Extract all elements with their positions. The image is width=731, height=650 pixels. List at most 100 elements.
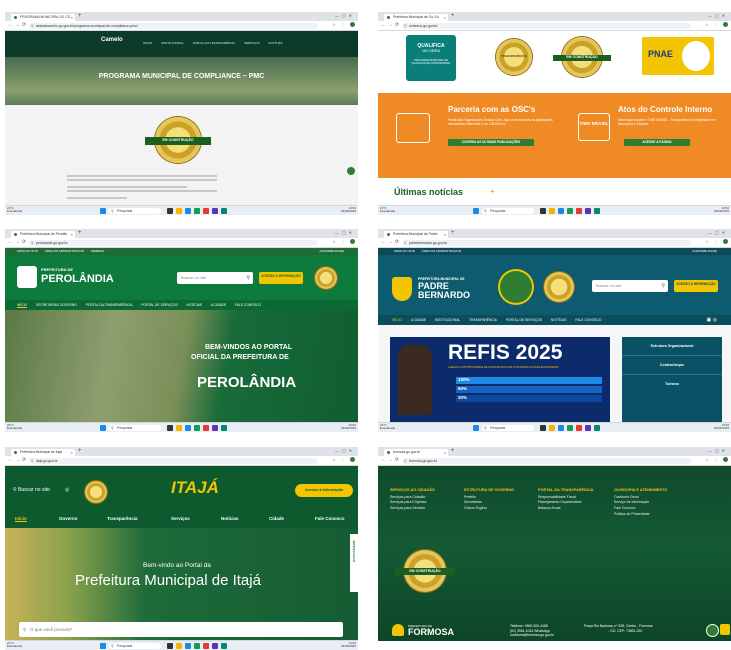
search-icon[interactable]: ⚲ (661, 280, 665, 292)
system-tray[interactable]: 13:52 26/06/2025 (714, 206, 729, 214)
app-icon[interactable] (212, 424, 218, 431)
toolbar-icons[interactable]: ☆ ⋮ (332, 457, 355, 463)
window-controls[interactable]: —▢✕ (708, 230, 728, 235)
footer-link[interactable]: Política de Privacidade (614, 512, 684, 518)
accessibility-link[interactable]: ACESSIBILIDADE (692, 248, 717, 255)
admin-link[interactable]: ÁREA DO ADMINISTRADOR (422, 249, 461, 253)
footer-link[interactable]: Balanço Anual (538, 506, 608, 512)
system-tray[interactable]: 13:52 26/06/2025 (341, 423, 356, 431)
menu-item[interactable]: FALE CONOSCO (235, 303, 261, 307)
window-controls[interactable]: —▢✕ (708, 448, 728, 453)
menu-item[interactable]: INSTITUCIONAL (435, 318, 460, 322)
menu-item[interactable]: FALE CONOSCO (575, 318, 601, 322)
menu-item[interactable]: INSTITUCIONAL (161, 41, 184, 45)
browser-tab[interactable]: formosa.go.gov.br × (384, 449, 448, 456)
app-icon[interactable] (167, 207, 173, 214)
qualifica-badge[interactable]: QUALIFICA VAI VIEIRA PROGRAMA MUNICIPAL … (406, 35, 456, 81)
toolbar-icons[interactable]: ☆ ⋮ (705, 239, 728, 245)
new-tab-icon[interactable]: + (78, 13, 82, 19)
menu-item[interactable]: Notícias (221, 516, 239, 521)
logo-city-name[interactable]: FORMOSA (408, 627, 454, 637)
accessibility-sidebar[interactable]: Acessibilidade (350, 534, 358, 592)
refis-banner[interactable]: REFIS 2025 CHEGOU A OPORTUNIDADE DE FICA… (390, 337, 610, 423)
system-tray[interactable]: 13:52 26/06/2025 (341, 206, 356, 214)
app-icon[interactable] (585, 207, 591, 214)
window-controls[interactable]: —▢✕ (335, 230, 355, 235)
search-input[interactable]: ⚲ O que você procura? (19, 622, 343, 637)
app-icon[interactable] (558, 207, 564, 214)
menu-item[interactable]: SERVIÇOS (244, 41, 259, 45)
app-icon[interactable] (221, 424, 227, 431)
app-icon[interactable] (540, 207, 546, 214)
site-logo[interactable]: Camelo (101, 37, 123, 43)
access-info-button[interactable]: ACESSO À INFORMAÇÃO (674, 280, 718, 292)
menu-item[interactable]: PORTAL DA TRANSPARÊNCIA (193, 41, 236, 45)
sitemap-link[interactable]: MAPA DO SITE (17, 249, 38, 253)
close-icon[interactable]: × (444, 231, 446, 238)
app-icon[interactable] (558, 424, 564, 431)
window-controls[interactable]: —▢✕ (335, 13, 355, 18)
nav-buttons-icon[interactable]: ←→⟳ (8, 239, 28, 245)
logo-city-name[interactable]: PEROLÂNDIA (41, 273, 114, 285)
site-search-link[interactable]: ⚲ Buscar no site (13, 487, 50, 493)
app-icon[interactable] (203, 424, 209, 431)
access-info-button[interactable]: ACESSO À INFORMAÇÃO (259, 272, 303, 284)
app-icon[interactable] (176, 207, 182, 214)
transparency-seal[interactable]: TRANSPARÊNCIA (496, 39, 532, 75)
logo-name-2[interactable]: BERNARDO (418, 290, 470, 300)
footer-link[interactable]: Serviços para Servidor (390, 506, 435, 512)
menu-item[interactable]: Cidade (269, 516, 284, 521)
weather-widget[interactable]: 21°C Ensolarado (7, 206, 22, 214)
new-tab-icon[interactable]: + (78, 448, 82, 454)
search-input[interactable]: Buscar no site ⚲ (592, 280, 668, 292)
app-icon[interactable] (185, 424, 191, 431)
app-icon[interactable] (167, 424, 173, 431)
menu-item[interactable]: A CIDADE (211, 303, 226, 307)
menu-item[interactable]: INÍCIO (17, 303, 28, 308)
browser-tab[interactable]: Prefeitura Municipal de Go Go × (384, 14, 448, 21)
app-icon[interactable] (221, 207, 227, 214)
app-icon[interactable] (576, 207, 582, 214)
close-icon[interactable]: × (71, 449, 73, 456)
windows-start-icon[interactable] (473, 424, 479, 431)
close-icon[interactable]: × (444, 449, 446, 456)
taskbar-search[interactable]: ⚲ Pesquisar (482, 424, 534, 431)
new-tab-icon[interactable]: + (451, 230, 455, 236)
menu-item[interactable]: Serviços (171, 516, 190, 521)
quick-link[interactable]: Turismo (622, 375, 722, 393)
toolbar-icons[interactable]: ☆ ⋮ (332, 239, 355, 245)
windows-start-icon[interactable] (473, 207, 479, 214)
access-page-button[interactable]: ACESSE A PÁGINA (624, 139, 690, 146)
app-icon[interactable] (212, 207, 218, 214)
windows-start-icon[interactable] (100, 207, 106, 214)
nav-buttons-icon[interactable]: ←→⟳ (381, 239, 401, 245)
browser-tab[interactable]: Prefeitura Municipal de Itajá × (11, 449, 75, 456)
app-icon[interactable] (576, 424, 582, 431)
new-tab-icon[interactable]: + (451, 13, 455, 19)
menu-item[interactable]: PORTAL DE SERVIÇOS (141, 303, 177, 307)
app-icon[interactable] (540, 424, 546, 431)
app-icon[interactable] (594, 424, 600, 431)
close-icon[interactable]: × (71, 231, 73, 238)
system-tray[interactable]: 13:52 26/06/2025 (714, 423, 729, 431)
windows-start-icon[interactable] (100, 424, 106, 431)
menu-item[interactable]: SECRETARIAS GOVERNO (36, 303, 77, 307)
osc-publications-button[interactable]: CONFIRA AS ÚLTIMAS PUBLICAÇÕES (448, 139, 534, 146)
toolbar-icons[interactable]: ☆ ⋮ (705, 22, 728, 28)
menu-item[interactable]: PORTAL DA TRANSPARÊNCIA (86, 303, 133, 307)
menu-item[interactable]: NOTÍCIAS (268, 41, 282, 45)
toolbar-icons[interactable]: ☆ ⋮ (332, 22, 355, 28)
window-controls[interactable]: —▢✕ (708, 13, 728, 18)
social-icons[interactable]: ▣ ◎ (707, 315, 717, 325)
menu-item[interactable]: PORTAL DE SERVIÇOS (506, 318, 542, 322)
menu-item[interactable]: Fale Conosco (315, 516, 345, 521)
whatsapp-icon[interactable] (706, 624, 719, 637)
taskbar-search[interactable]: ⚲ Pesquisar (109, 424, 161, 431)
browser-tab[interactable]: PROGRAMA MUNICIPAL DE CO × (11, 14, 75, 21)
menu-item[interactable]: Transparência (107, 516, 138, 521)
taskbar-search[interactable]: ⚲ Pesquisar (109, 207, 161, 214)
close-icon[interactable]: × (71, 14, 73, 21)
url-field[interactable]: ⚲ padrebernardo.go.gov.br (402, 239, 691, 246)
new-tab-icon[interactable]: + (451, 448, 455, 454)
app-icon[interactable] (194, 207, 200, 214)
